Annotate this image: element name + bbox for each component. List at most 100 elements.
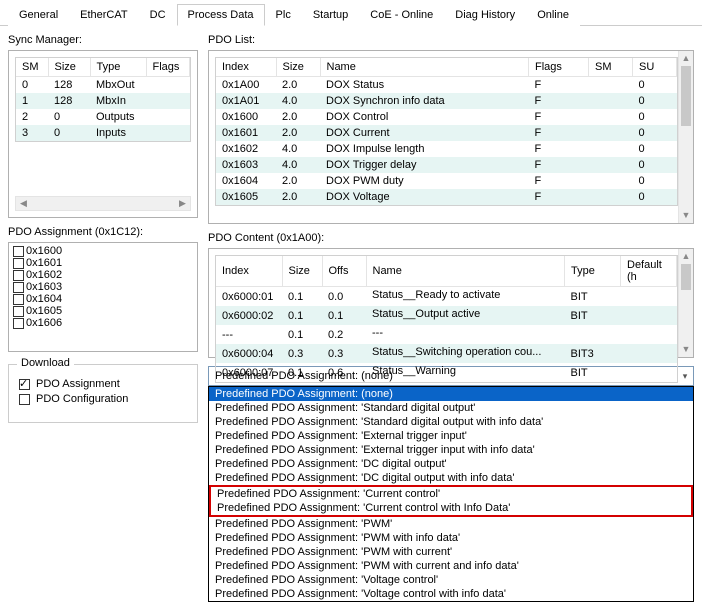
table-row[interactable]: 0x6000:040.30.3Status__Switching operati…	[216, 344, 677, 363]
col-su[interactable]: SU	[633, 58, 677, 77]
pdo-content-label: PDO Content (0x1A00):	[208, 232, 694, 244]
checkbox-pdo-configuration[interactable]	[19, 394, 30, 405]
dropdown-option[interactable]: Predefined PDO Assignment: (none)	[209, 387, 693, 401]
tab-process-data[interactable]: Process Data	[177, 4, 265, 26]
table-row[interactable]: 0x1A002.0DOX StatusF0	[216, 77, 677, 94]
col-size[interactable]: Size	[276, 58, 320, 77]
table-row[interactable]: ---0.10.2---	[216, 325, 677, 344]
tab-general[interactable]: General	[8, 4, 69, 26]
tab-coe-online[interactable]: CoE - Online	[359, 4, 444, 26]
list-item-label: 0x1604	[26, 293, 62, 305]
scrollbar-horizontal[interactable]: ◀ ▶	[15, 196, 191, 211]
list-item[interactable]: 0x1603	[11, 281, 195, 293]
chevron-up-icon[interactable]: ▲	[679, 249, 693, 264]
table-row[interactable]: 0x16024.0DOX Impulse lengthF0	[216, 141, 677, 157]
dropdown-option[interactable]: Predefined PDO Assignment: 'PWM with cur…	[209, 559, 693, 573]
predefined-pdo-dropdown-list[interactable]: Predefined PDO Assignment: (none)Predefi…	[208, 386, 694, 602]
table-row[interactable]: 0x16002.0DOX ControlF0	[216, 109, 677, 125]
table-row[interactable]: 0x16034.0DOX Trigger delayF0	[216, 157, 677, 173]
table-row[interactable]: 20Outputs	[16, 109, 190, 125]
table-row[interactable]: 0x16042.0DOX PWM dutyF0	[216, 173, 677, 189]
dropdown-option[interactable]: Predefined PDO Assignment: 'Voltage cont…	[209, 587, 693, 601]
sync-manager-grid[interactable]: SM Size Type Flags 0128MbxOut1128MbxIn20…	[8, 50, 198, 218]
checkbox[interactable]	[13, 306, 24, 317]
dropdown-option[interactable]: Predefined PDO Assignment: 'PWM with cur…	[209, 545, 693, 559]
list-item[interactable]: 0x1600	[11, 245, 195, 257]
dropdown-option[interactable]: Predefined PDO Assignment: 'Current cont…	[211, 487, 691, 501]
pdo-content-grid[interactable]: Index Size Offs Name Type Default (h 0x6…	[208, 248, 694, 358]
list-item[interactable]: 0x1606	[11, 317, 195, 329]
tab-dc[interactable]: DC	[139, 4, 177, 26]
col-sm[interactable]: SM	[589, 58, 633, 77]
list-item-label: 0x1602	[26, 269, 62, 281]
col-type[interactable]: Type	[565, 256, 621, 287]
checkbox-pdo-assignment[interactable]	[19, 379, 30, 390]
dropdown-option[interactable]: Predefined PDO Assignment: 'DC digital o…	[209, 471, 693, 485]
col-size[interactable]: Size	[48, 58, 90, 77]
list-item[interactable]: 0x1604	[11, 293, 195, 305]
col-flags[interactable]: Flags	[529, 58, 589, 77]
col-offs[interactable]: Offs	[322, 256, 366, 287]
table-row[interactable]: 0x16052.0DOX VoltageF0	[216, 189, 677, 205]
table-row[interactable]: 0x16012.0DOX CurrentF0	[216, 125, 677, 141]
scrollbar-vertical[interactable]: ▲ ▼	[678, 249, 693, 357]
tab-online[interactable]: Online	[526, 4, 580, 26]
dropdown-option[interactable]: Predefined PDO Assignment: 'DC digital o…	[209, 457, 693, 471]
list-item-label: 0x1600	[26, 245, 62, 257]
table-row[interactable]: 30Inputs	[16, 125, 190, 141]
download-legend: Download	[17, 357, 74, 369]
chevron-down-icon[interactable]: ▼	[679, 208, 693, 223]
dropdown-option[interactable]: Predefined PDO Assignment: 'External tri…	[209, 443, 693, 457]
scrollbar-vertical[interactable]: ▲ ▼	[678, 51, 693, 223]
tab-plc[interactable]: Plc	[265, 4, 302, 26]
dropdown-option[interactable]: Predefined PDO Assignment: 'PWM with inf…	[209, 531, 693, 545]
table-row[interactable]: 1128MbxIn	[16, 93, 190, 109]
chevron-left-icon[interactable]: ◀	[16, 197, 31, 210]
pdo-assignment-label: PDO Assignment (0x1C12):	[8, 226, 198, 238]
dropdown-option[interactable]: Predefined PDO Assignment: 'Voltage cont…	[209, 573, 693, 587]
chevron-down-icon[interactable]: ▼	[679, 342, 693, 357]
download-group: Download PDO Assignment PDO Configuratio…	[8, 364, 198, 423]
col-name[interactable]: Name	[366, 256, 565, 287]
col-size[interactable]: Size	[282, 256, 322, 287]
list-item-label: 0x1603	[26, 281, 62, 293]
list-item[interactable]: 0x1601	[11, 257, 195, 269]
pdo-assignment-list[interactable]: 0x16000x16010x16020x16030x16040x16050x16…	[8, 242, 198, 352]
list-item[interactable]: 0x1602	[11, 269, 195, 281]
table-row[interactable]: 0x1A014.0DOX Synchron info dataF0	[216, 93, 677, 109]
dropdown-option[interactable]: Predefined PDO Assignment: 'Current cont…	[211, 501, 691, 515]
col-index[interactable]: Index	[216, 256, 282, 287]
checkbox[interactable]	[13, 282, 24, 293]
col-index[interactable]: Index	[216, 58, 276, 77]
tab-ethercat[interactable]: EtherCAT	[69, 4, 138, 26]
checkbox-pdo-assignment-label: PDO Assignment	[36, 378, 120, 390]
dropdown-option[interactable]: Predefined PDO Assignment: 'PWM'	[209, 517, 693, 531]
tab-diag-history[interactable]: Diag History	[444, 4, 526, 26]
dropdown-option[interactable]: Predefined PDO Assignment: 'Standard dig…	[209, 415, 693, 429]
checkbox[interactable]	[13, 258, 24, 269]
table-row[interactable]: 0x6000:020.10.1Status__Output activeBIT	[216, 306, 677, 325]
tab-startup[interactable]: Startup	[302, 4, 359, 26]
col-flags[interactable]: Flags	[146, 58, 190, 77]
chevron-right-icon[interactable]: ▶	[175, 197, 190, 210]
pdo-list-grid[interactable]: Index Size Name Flags SM SU 0x1A002.0DOX…	[208, 50, 694, 224]
checkbox-pdo-configuration-label: PDO Configuration	[36, 393, 128, 405]
dropdown-option[interactable]: Predefined PDO Assignment: 'Standard dig…	[209, 401, 693, 415]
table-row[interactable]: 0128MbxOut	[16, 77, 190, 94]
list-item[interactable]: 0x1605	[11, 305, 195, 317]
checkbox[interactable]	[13, 318, 24, 329]
checkbox[interactable]	[13, 246, 24, 257]
col-type[interactable]: Type	[90, 58, 146, 77]
col-default[interactable]: Default (h	[621, 256, 677, 287]
dropdown-option[interactable]: Predefined PDO Assignment: 'External tri…	[209, 429, 693, 443]
checkbox[interactable]	[13, 270, 24, 281]
table-row[interactable]: 0x6000:070.10.6Status__WarningBIT	[216, 363, 677, 382]
table-row[interactable]: 0x6000:010.10.0Status__Ready to activate…	[216, 287, 677, 307]
tab-strip: General EtherCAT DC Process Data Plc Sta…	[0, 0, 702, 26]
col-sm[interactable]: SM	[16, 58, 48, 77]
chevron-up-icon[interactable]: ▲	[679, 51, 693, 66]
col-name[interactable]: Name	[320, 58, 529, 77]
checkbox[interactable]	[13, 294, 24, 305]
chevron-down-icon[interactable]: ▾	[677, 371, 693, 382]
pdo-list-label: PDO List:	[208, 34, 694, 46]
